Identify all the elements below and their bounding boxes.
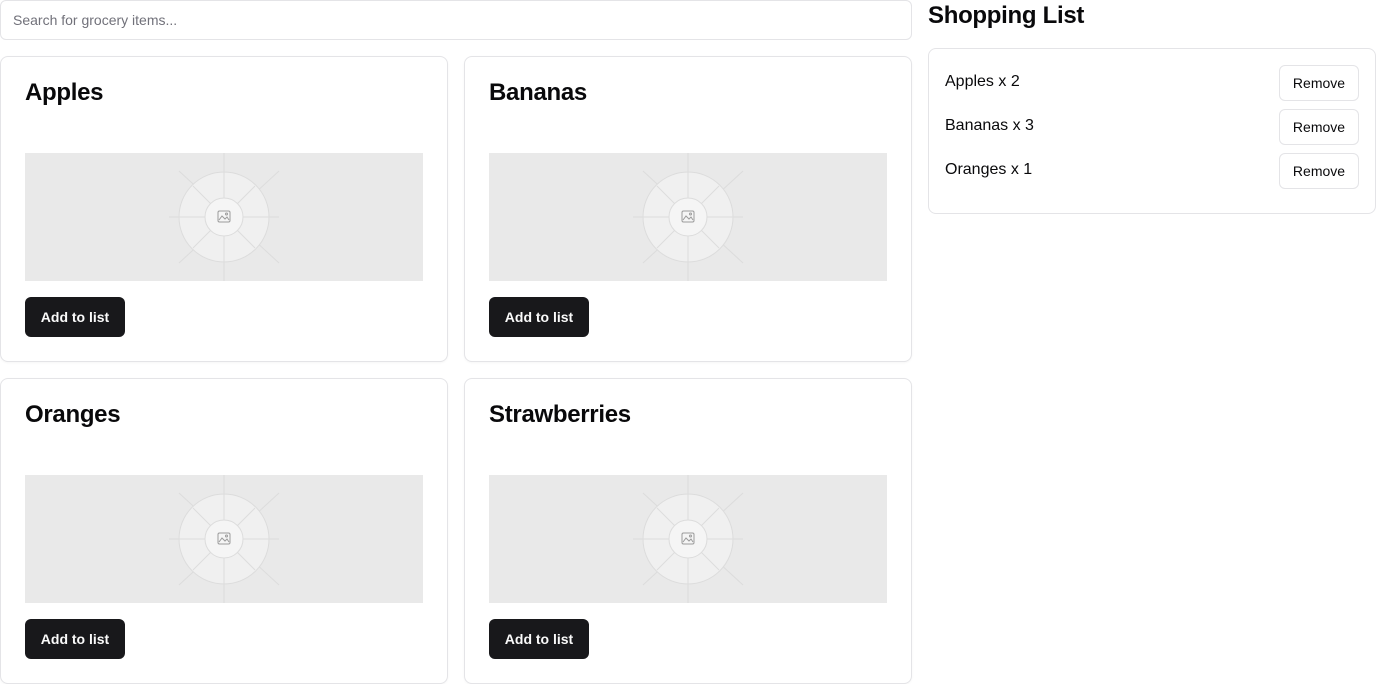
add-to-list-button[interactable]: Add to list [489,619,589,659]
product-title: Bananas [489,79,587,106]
search-input[interactable] [0,0,912,40]
product-card-bananas: Bananas Add to list [464,56,912,362]
list-item: Bananas x 3 Remove [945,109,1359,145]
product-card-apples: Apples Add to list [0,56,448,362]
list-item-text: Apples x 2 [945,73,1020,90]
image-placeholder-icon [633,475,744,603]
list-item: Apples x 2 Remove [945,65,1359,101]
shopping-list-title: Shopping List [928,2,1085,29]
product-title: Strawberries [489,401,631,428]
image-placeholder-icon [169,153,280,281]
add-to-list-button[interactable]: Add to list [489,297,589,337]
product-title: Apples [25,79,104,106]
list-item-text: Oranges x 1 [945,161,1033,178]
list-item: Oranges x 1 Remove [945,153,1359,189]
add-to-list-button[interactable]: Add to list [25,619,125,659]
product-title: Oranges [25,401,121,428]
add-to-list-button[interactable]: Add to list [25,297,125,337]
remove-button[interactable]: Remove [1279,65,1359,101]
product-image [25,475,423,603]
product-image [489,153,887,281]
product-card-oranges: Oranges Add to list [0,378,448,684]
list-item-text: Bananas x 3 [945,117,1034,134]
remove-button[interactable]: Remove [1279,109,1359,145]
product-image [489,475,887,603]
remove-button[interactable]: Remove [1279,153,1359,189]
image-placeholder-icon [633,153,744,281]
product-card-strawberries: Strawberries Add to list [464,378,912,684]
shopping-list-panel: Apples x 2 Remove Bananas x 3 Remove Ora… [928,48,1376,214]
product-image [25,153,423,281]
image-placeholder-icon [169,475,280,603]
